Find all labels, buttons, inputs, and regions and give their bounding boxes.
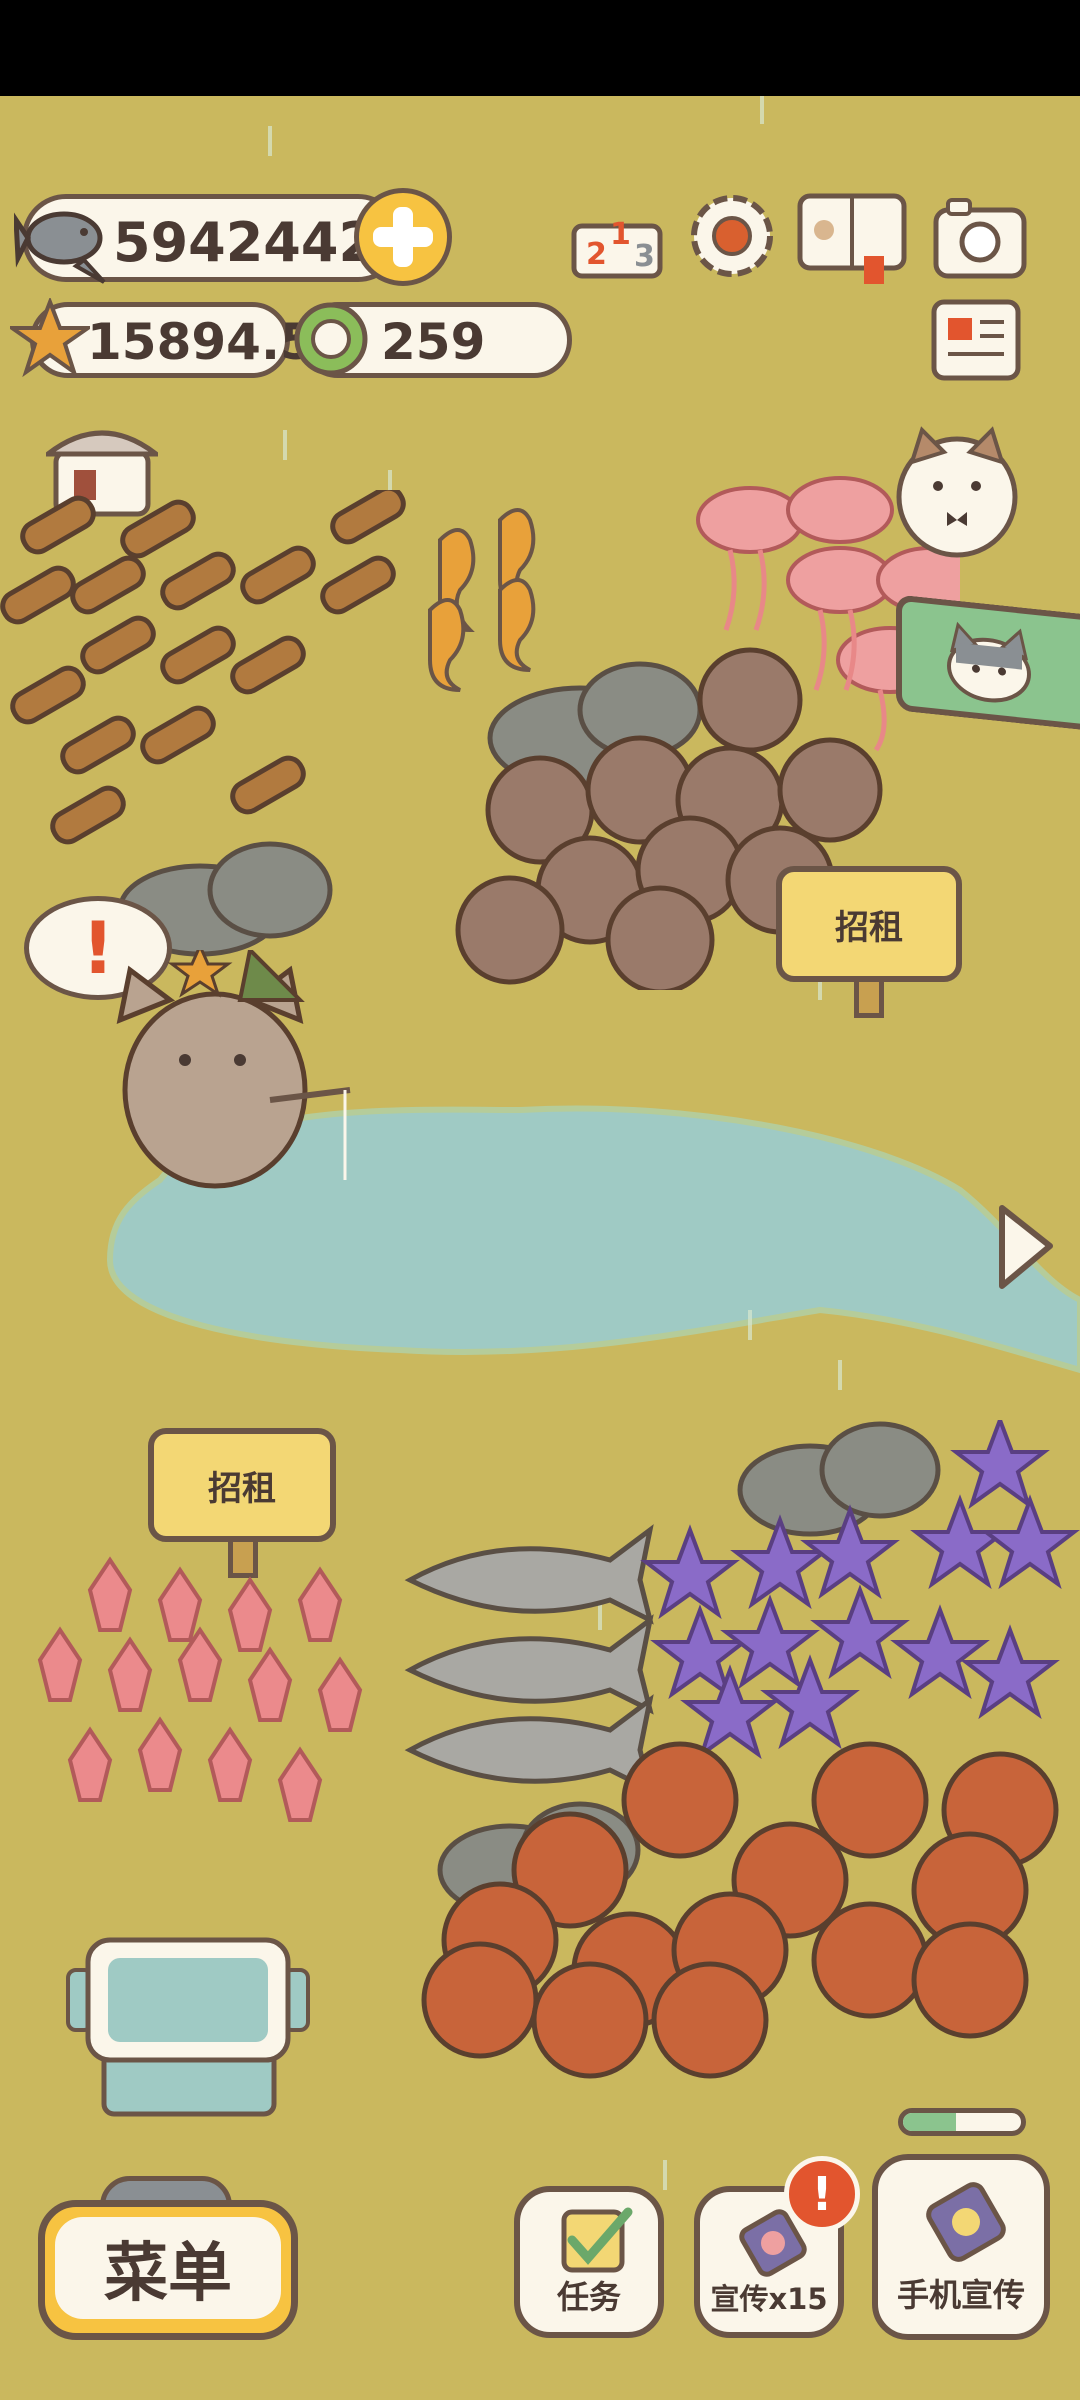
cat-face-icon <box>896 426 1018 558</box>
rent-sign-top[interactable]: 招租 <box>776 866 962 982</box>
water-tank[interactable] <box>64 1934 312 2118</box>
menu-button[interactable]: 菜单 <box>38 2200 298 2340</box>
cat-head-icon <box>947 621 1031 703</box>
promo-label: 宣传x15 <box>710 2282 828 2316</box>
visitor-flag-button[interactable] <box>896 594 1080 730</box>
orange-pufferfish-group <box>421 1741 1059 2079</box>
phone-promo-button[interactable]: 手机宣传 <box>872 2154 1050 2340</box>
rent-sign-left[interactable]: 招租 <box>148 1428 336 1542</box>
rent-sign-left-label: 招租 <box>208 1468 276 1509</box>
promo-alert-mark: ! <box>811 2167 833 2221</box>
menu-button-face: 菜单 <box>55 2217 281 2319</box>
tasks-button[interactable]: 任务 <box>514 2186 664 2338</box>
tank-icon <box>66 1937 310 2117</box>
arrow-right-icon <box>999 1205 1053 1289</box>
fishing-cat[interactable] <box>100 950 360 1200</box>
starfish-group <box>640 1420 1080 1760</box>
menu-label: 菜单 <box>104 2237 232 2311</box>
promo-progress-fill <box>903 2113 957 2131</box>
next-area-button[interactable] <box>994 1200 1058 1294</box>
squid-group <box>37 1556 363 1822</box>
phone-card-icon <box>926 2182 1006 2262</box>
phone-promo-label: 手机宣传 <box>896 2276 1025 2314</box>
tasks-label: 任务 <box>556 2278 621 2316</box>
rent-sign-top-label: 招租 <box>835 907 903 948</box>
visitor-cat[interactable] <box>892 422 1022 562</box>
promo-progress-bar <box>898 2108 1026 2136</box>
checkbox-icon <box>561 2207 633 2273</box>
promo-alert-badge: ! <box>784 2156 860 2232</box>
